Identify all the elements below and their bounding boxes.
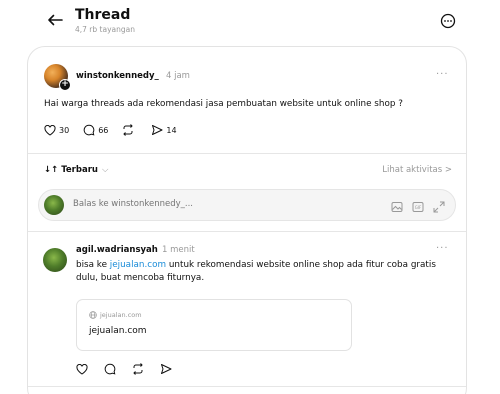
preview-domain-row: jejualan.com [89,311,142,319]
sort-label: Terbaru [61,165,98,175]
divider [28,231,466,232]
more-options-icon[interactable] [440,13,456,29]
comment-icon[interactable] [104,363,116,375]
reply-tools: GIF [382,198,445,217]
back-arrow-icon[interactable] [44,9,66,31]
repost-button[interactable] [122,124,137,136]
thread-card: + winstonkennedy_ 4 jam ··· Hai warga th… [27,46,467,394]
gif-icon[interactable]: GIF [412,198,424,217]
comment-more-icon[interactable]: ··· [436,243,449,254]
svg-text:GIF: GIF [415,205,422,210]
comment-actions [76,363,188,375]
sort-bar: ↓↑ Terbaru ⌵ Lihat aktivitas > [44,165,452,179]
post-avatar[interactable]: + [44,64,71,91]
send-icon[interactable] [160,363,172,375]
reply-avatar [44,195,64,215]
like-count: 30 [59,125,70,135]
share-button[interactable]: 14 [151,124,177,136]
comment-time: 1 menit [162,245,195,255]
preview-title: jejualan.com [89,326,147,336]
image-icon[interactable] [391,198,403,217]
reply-input[interactable] [73,199,353,209]
view-activity-link[interactable]: Lihat aktivitas > [382,165,452,175]
post-actions: 30 66 14 [44,123,191,137]
original-post: + winstonkennedy_ 4 jam ··· Hai warga th… [28,47,466,157]
comment-avatar[interactable] [43,248,67,272]
preview-domain: jejualan.com [100,311,142,319]
post-time: 4 jam [166,71,190,81]
top-bar: Thread 4,7 rb tayangan [0,0,500,44]
comment-text-prefix: bisa ke [76,260,110,270]
like-button[interactable]: 30 [44,124,70,136]
comment-icon [83,124,95,136]
view-count: 4,7 rb tayangan [75,25,135,34]
expand-icon[interactable] [433,198,445,217]
heart-icon [44,124,56,136]
sort-dropdown[interactable]: ↓↑ Terbaru ⌵ [44,165,108,175]
comment-username[interactable]: agil.wadriansyah [76,245,158,255]
sort-icon: ↓↑ [44,165,59,175]
follow-plus-icon[interactable]: + [59,79,71,91]
divider [28,386,466,387]
comment-text: bisa ke jejualan.com untuk rekomendasi w… [76,259,436,285]
chevron-down-icon: ⌵ [101,165,109,175]
reply-button[interactable]: 66 [83,124,108,136]
repost-icon[interactable] [132,363,144,375]
post-more-icon[interactable]: ··· [436,69,449,80]
send-icon [152,125,163,135]
reply-composer[interactable]: GIF [38,189,456,221]
heart-icon[interactable] [76,363,88,375]
link-preview-card[interactable]: jejualan.com jejualan.com [76,299,352,351]
page-title: Thread [75,7,131,23]
globe-icon [89,311,97,319]
reply-comment: agil.wadriansyah 1 menit ··· bisa ke jej… [28,241,466,391]
divider [28,153,466,154]
post-text: Hai warga threads ada rekomendasi jasa p… [44,99,403,109]
repost-icon [123,124,134,136]
post-username[interactable]: winstonkennedy_ [76,71,159,81]
comment-link[interactable]: jejualan.com [110,260,166,270]
reply-count: 66 [98,125,109,135]
share-count: 14 [166,125,177,135]
